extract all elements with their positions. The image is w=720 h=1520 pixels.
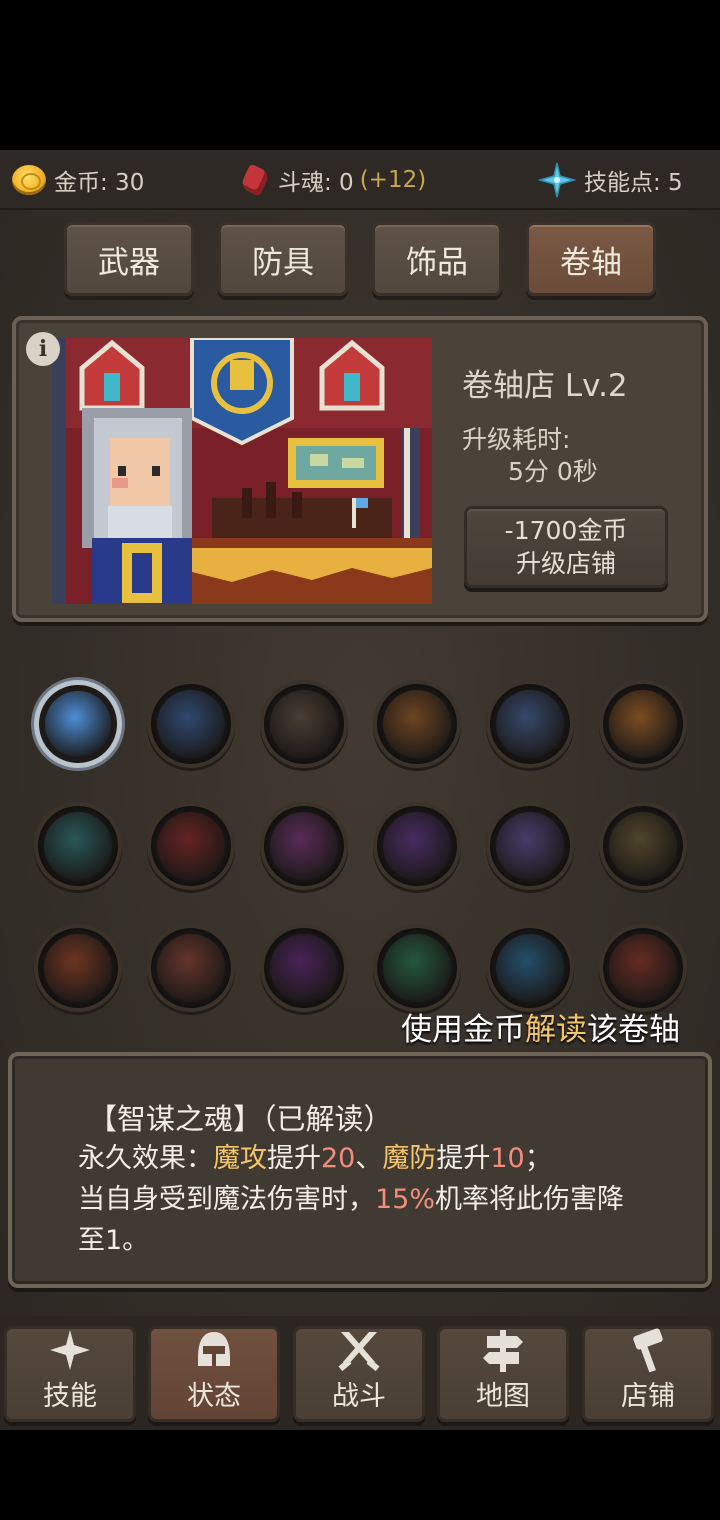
gold-coin-icon: [12, 165, 46, 195]
effect-line-2: 当自身受到魔法伤害时，15%机率将此伤害降: [78, 1179, 662, 1220]
effect-text: 机率将此伤害降: [435, 1184, 625, 1215]
shop-title: 卷轴店 Lv.2: [462, 368, 628, 404]
scroll-shadow-icon: [270, 812, 338, 880]
scroll-storm-icon: [496, 934, 564, 1002]
effect-text: ；: [524, 1143, 552, 1174]
scroll-item[interactable]: [34, 924, 122, 1012]
effect-line-3: 至1。: [78, 1225, 150, 1256]
nav-shop[interactable]: 店铺: [582, 1326, 714, 1422]
scroll-item[interactable]: [147, 802, 235, 890]
scroll-frost-tree-icon: [496, 690, 564, 758]
effect-text: 、: [355, 1143, 383, 1174]
soul-bonus: (+12): [359, 167, 427, 193]
nav-map-label: 地图: [476, 1381, 530, 1412]
effect-value: 10: [490, 1143, 525, 1174]
soul-crystal-icon: [240, 163, 270, 197]
scroll-slash-icon: [157, 812, 225, 880]
effect-stat: 魔攻: [213, 1143, 267, 1174]
effect-stat: 魔防: [382, 1143, 437, 1174]
scroll-item[interactable]: [260, 924, 348, 1012]
tab-accessories[interactable]: 饰品: [372, 222, 502, 296]
nav-skills[interactable]: 技能: [4, 1326, 136, 1422]
scroll-description-panel: 【智谋之魂】（已解读） 永久效果：魔攻提升20、魔防提升10； 当自身受到魔法伤…: [8, 1052, 712, 1288]
scroll-item[interactable]: [34, 680, 122, 768]
scroll-web-icon: [270, 934, 338, 1002]
scroll-item[interactable]: [260, 680, 348, 768]
effect-value: 20: [321, 1143, 356, 1174]
scroll-item[interactable]: [486, 680, 574, 768]
tab-armor[interactable]: 防具: [218, 222, 348, 296]
shopkeeper-portrait: [52, 338, 432, 604]
scroll-item[interactable]: [373, 924, 461, 1012]
scroll-demon-mask-icon: [383, 812, 451, 880]
scroll-item[interactable]: [373, 802, 461, 890]
scroll-ice-icon: [45, 691, 111, 757]
scroll-lightning-icon: [157, 690, 225, 758]
scroll-item[interactable]: [147, 680, 235, 768]
tab-scrolls[interactable]: 卷轴: [526, 222, 656, 296]
scroll-claw-icon: [44, 934, 112, 1002]
scroll-item[interactable]: [373, 680, 461, 768]
tab-weapons[interactable]: 武器: [64, 222, 194, 296]
sparkle-icon: [537, 161, 577, 199]
sparkle-icon: [46, 1328, 94, 1372]
nav-status[interactable]: 状态: [148, 1326, 280, 1422]
crossed-swords-icon: [335, 1328, 383, 1372]
soul-counter: 斗魂: 0 (+12): [240, 162, 426, 198]
scroll-vortex-icon: [157, 934, 225, 1002]
upgrade-action: 升级店铺: [515, 549, 616, 578]
helmet-icon: [190, 1328, 238, 1372]
nav-map[interactable]: 地图: [437, 1326, 569, 1422]
scroll-item[interactable]: [599, 802, 687, 890]
hint-highlight: 解读: [525, 1012, 587, 1048]
nav-status-label: 状态: [187, 1381, 241, 1412]
scroll-item[interactable]: [486, 924, 574, 1012]
effect-text: 提升: [267, 1143, 321, 1174]
scroll-fire-burst-icon: [609, 690, 677, 758]
effect-value: 15%: [375, 1184, 436, 1215]
scroll-item[interactable]: [599, 680, 687, 768]
nav-skills-label: 技能: [43, 1381, 97, 1412]
upgrade-cost: -1700金币: [504, 516, 628, 545]
scroll-beast-icon: [609, 934, 677, 1002]
scroll-title: 【智谋之魂】（已解读）: [88, 1102, 393, 1136]
shop-info-panel: i 卷轴店 Lv.2 升级耗时: 5分 0秒 -1700金币 升级店铺: [12, 316, 708, 622]
hint-after: 该卷轴: [587, 1012, 680, 1048]
scroll-item[interactable]: [34, 802, 122, 890]
signpost-icon: [479, 1328, 527, 1372]
scroll-item[interactable]: [147, 924, 235, 1012]
nav-shop-label: 店铺: [621, 1381, 675, 1412]
effect-text: 提升: [436, 1143, 491, 1174]
soul-label: 斗魂: 0: [278, 170, 354, 196]
effect-line-1: 永久效果：魔攻提升20、魔防提升10；: [78, 1138, 662, 1179]
resource-bar: 金币: 30 斗魂: 0 (+12) 技能点: 5: [0, 150, 720, 210]
nav-battle[interactable]: 战斗: [293, 1326, 425, 1422]
nav-battle-label: 战斗: [332, 1381, 386, 1412]
hammer-icon: [624, 1328, 672, 1373]
scroll-orb-icon: [44, 812, 112, 880]
gold-label: 金币: 30: [54, 170, 145, 196]
scroll-crystal-burst-icon: [496, 812, 564, 880]
scroll-flame-icon: [383, 690, 451, 758]
skill-points-counter: 技能点: 5: [537, 161, 683, 199]
hint-before: 使用金币: [401, 1012, 525, 1048]
game-screen: 金币: 30 斗魂: 0 (+12) 技能点: 5 武器 防具 饰品 卷轴 i: [0, 150, 720, 1430]
upgrade-time-label: 升级耗时:: [462, 425, 571, 454]
upgrade-shop-button[interactable]: -1700金币 升级店铺: [464, 506, 668, 588]
scroll-heart-shield-icon: [383, 934, 451, 1002]
scroll-rune-icon: [270, 690, 338, 758]
gold-counter: 金币: 30: [12, 162, 144, 198]
scroll-sword-stone-icon: [609, 812, 677, 880]
effect-text: 当自身受到魔法伤害时，: [78, 1184, 375, 1215]
shopkeeper-pixel-art: [52, 338, 432, 604]
scroll-item[interactable]: [486, 802, 574, 890]
decode-hint: 使用金币解读该卷轴: [401, 1004, 680, 1049]
scroll-item[interactable]: [599, 924, 687, 1012]
upgrade-time-value: 5分 0秒: [508, 457, 598, 486]
effect-text: 永久效果：: [78, 1143, 213, 1174]
info-icon[interactable]: i: [26, 332, 60, 366]
skill-points-label: 技能点: 5: [584, 170, 683, 196]
bottom-nav: 技能 状态 战斗 地图 店铺: [0, 1316, 720, 1430]
scroll-item[interactable]: [260, 802, 348, 890]
